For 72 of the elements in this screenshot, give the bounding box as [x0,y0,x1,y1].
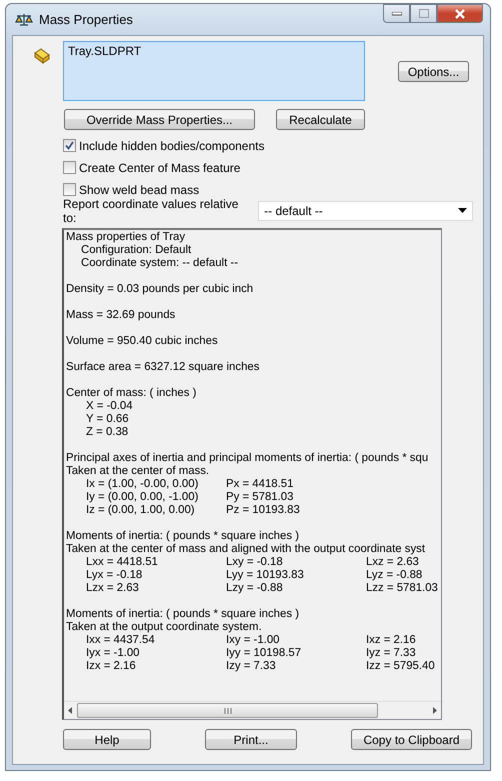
report-value: Ixz = 2.16 [366,634,416,647]
help-button[interactable]: Help [63,729,151,750]
checkbox[interactable] [63,183,76,196]
report-value: Lzz = 5781.03 [366,582,438,595]
recalculate-button[interactable]: Recalculate [276,109,365,130]
maximize-button[interactable] [410,4,437,23]
print-button[interactable]: Print... [205,729,297,750]
report-value: Ix = (1.00, -0.00, 0.00) [86,478,198,491]
window-title: Mass Properties [39,12,133,27]
report-line: Mass = 32.69 pounds [66,309,176,322]
report-line: Density = 0.03 pounds per cubic inch [66,283,254,296]
report-value: Iyz = 7.33 [366,647,416,660]
copy-button[interactable]: Copy to Clipboard [351,729,472,750]
left-arrow-icon[interactable] [66,706,74,715]
grip-icon [224,708,232,714]
report-value: Ixy = -1.00 [226,634,280,647]
report-value: Py = 5781.03 [226,491,294,504]
report-value: Pz = 10193.83 [226,504,300,517]
report-line: Mass properties of Tray [66,231,186,244]
right-arrow-icon[interactable] [431,706,439,715]
report-value: Iz = (0.00, 1.00, 0.00) [86,504,195,517]
report-value: Ixx = 4437.54 [86,634,155,647]
report-line: Coordinate system: -- default -- [80,257,239,270]
maximize-icon [418,9,428,18]
minimize-icon [392,12,402,16]
scroll-thumb[interactable] [77,703,378,718]
file-list[interactable]: Tray.SLDPRT [63,41,365,101]
checkbox-label: Show weld bead mass [79,182,200,196]
scales-icon [14,12,34,26]
report-line: Principal axes of inertia and principal moments of inertia: ( pounds * squ [66,452,430,465]
report-value: Iyx = -1.00 [86,647,140,660]
report-line: Volume = 950.40 cubic inches [66,335,219,348]
checkbox[interactable] [63,139,76,152]
checkbox[interactable] [63,161,76,174]
coordinate-label: Report coordinate values relative to: [63,196,240,224]
report-value: Lyy = 10193.83 [226,569,304,582]
report-line: Taken at the output coordinate system. [66,621,263,634]
report-value: Izz = 5795.40 [366,660,435,673]
coordinate-dropdown[interactable]: -- default -- [258,200,473,220]
report-line: Taken at the center of mass and aligned with the output coordinate syst [66,543,426,556]
report-value: Lzx = 2.63 [86,582,139,595]
report-line: Taken at the center of mass. [66,465,210,478]
part-icon [33,47,51,65]
report-line: Moments of inertia: ( pounds * square inches ) [66,530,300,543]
checkbox-label: Include hidden bodies/components [79,138,264,152]
report-value: Iy = (0.00, 0.00, -1.00) [86,491,198,504]
report-value: Px = 4418.51 [226,478,294,491]
report-line: Surface area = 6327.12 square inches [66,361,260,374]
report-line: Center of mass: ( inches ) [66,387,198,400]
report-value: Lxx = 4418.51 [86,556,158,569]
report-value: Lxz = 2.63 [366,556,419,569]
options-button[interactable]: Options... [398,61,469,82]
checkbox-label: Create Center of Mass feature [79,160,240,174]
report-line: Y = 0.66 [85,413,130,426]
minimize-button[interactable] [383,4,410,23]
horizontal-scrollbar[interactable] [64,701,441,719]
report-value: Izx = 2.16 [86,660,136,673]
close-icon [454,8,466,18]
dropdown-arrow-icon [458,208,467,213]
report-value: Izy = 7.33 [226,660,276,673]
file-item[interactable]: Tray.SLDPRT [68,44,360,58]
report-line: Configuration: Default [80,244,192,257]
report-value: Lzy = -0.88 [226,582,283,595]
close-button[interactable] [437,4,483,23]
report-line: X = -0.04 [85,400,134,413]
report-value: Lxy = -0.18 [226,556,283,569]
report-line: Moments of inertia: ( pounds * square inches ) [66,608,300,621]
override-button[interactable]: Override Mass Properties... [64,109,255,130]
report-value: Lyz = -0.88 [366,569,422,582]
report-line: Z = 0.38 [85,426,130,439]
report-value: Lyx = -0.18 [86,569,142,582]
report-value: Iyy = 10198.57 [226,647,302,660]
